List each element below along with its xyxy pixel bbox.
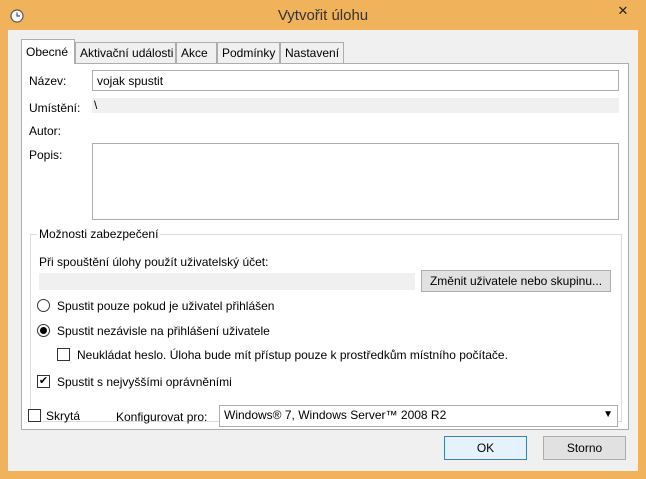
run-only-logged-on-radio[interactable] xyxy=(37,299,50,312)
account-prompt: Při spouštění úlohy použít uživatelský ú… xyxy=(39,255,269,269)
location-value: \ xyxy=(92,98,619,113)
hidden-checkbox[interactable] xyxy=(28,409,41,422)
cancel-button[interactable]: Storno xyxy=(543,436,626,460)
do-not-store-password-label[interactable]: Neukládat heslo. Úloha bude mít přístup … xyxy=(77,348,508,362)
name-input[interactable] xyxy=(92,70,619,91)
tab-label: Obecné xyxy=(26,45,69,59)
configure-for-value: Windows® 7, Windows Server™ 2008 R2 xyxy=(224,408,447,422)
run-whether-logged-on-label[interactable]: Spustit nezávisle na přihlášení uživatel… xyxy=(57,324,270,338)
name-label: Název: xyxy=(29,74,67,88)
configure-for-label: Konfigurovat pro: xyxy=(116,410,208,424)
title-bar[interactable]: Vytvořit úlohu ✕ xyxy=(0,0,646,30)
highest-privileges-label[interactable]: Spustit s nejvyššími oprávněními xyxy=(57,375,232,389)
close-icon: ✕ xyxy=(617,3,629,18)
configure-for-select[interactable]: Windows® 7, Windows Server™ 2008 R2 ▼ xyxy=(219,405,618,427)
security-group-title: Možnosti zabezpečení xyxy=(37,227,161,241)
change-user-button[interactable]: Změnit uživatele nebo skupinu... xyxy=(421,270,611,292)
tab-general[interactable]: Obecné xyxy=(21,39,75,64)
ok-button[interactable]: OK xyxy=(444,436,527,460)
run-whether-logged-on-radio[interactable] xyxy=(37,324,50,337)
tab-conditions[interactable]: Podmínky xyxy=(217,42,280,63)
description-label: Popis: xyxy=(29,148,63,162)
close-button[interactable]: ✕ xyxy=(606,1,640,21)
highest-privileges-checkbox[interactable]: ✔ xyxy=(37,375,50,388)
chevron-down-icon: ▼ xyxy=(603,409,613,420)
do-not-store-password-checkbox[interactable] xyxy=(57,348,70,361)
location-label: Umístění: xyxy=(29,101,81,115)
hidden-label[interactable]: Skrytá xyxy=(46,409,80,423)
tab-label: Akce xyxy=(181,46,208,60)
tab-settings[interactable]: Nastavení xyxy=(280,42,344,63)
general-panel: Název: Umístění: \ Autor: Popis: Možnost… xyxy=(21,63,629,430)
dialog-client: Obecné Aktivační události Akce Podmínky … xyxy=(8,30,638,471)
tab-actions[interactable]: Akce xyxy=(176,42,217,63)
description-input[interactable] xyxy=(92,143,619,220)
dialog-window: Vytvořit úlohu ✕ Obecné Aktivační událos… xyxy=(0,0,646,479)
tab-label: Aktivační události xyxy=(80,46,174,60)
account-value xyxy=(39,273,415,290)
security-options-group: Možnosti zabezpečení Při spouštění úlohy… xyxy=(30,227,622,422)
run-only-logged-on-label[interactable]: Spustit pouze pokud je uživatel přihláše… xyxy=(57,299,274,313)
check-icon: ✔ xyxy=(38,375,49,387)
author-label: Autor: xyxy=(29,124,62,138)
window-title: Vytvořit úlohu xyxy=(277,7,369,24)
tab-label: Nastavení xyxy=(285,46,340,60)
tab-triggers[interactable]: Aktivační události xyxy=(75,42,176,63)
tab-label: Podmínky xyxy=(222,46,276,60)
